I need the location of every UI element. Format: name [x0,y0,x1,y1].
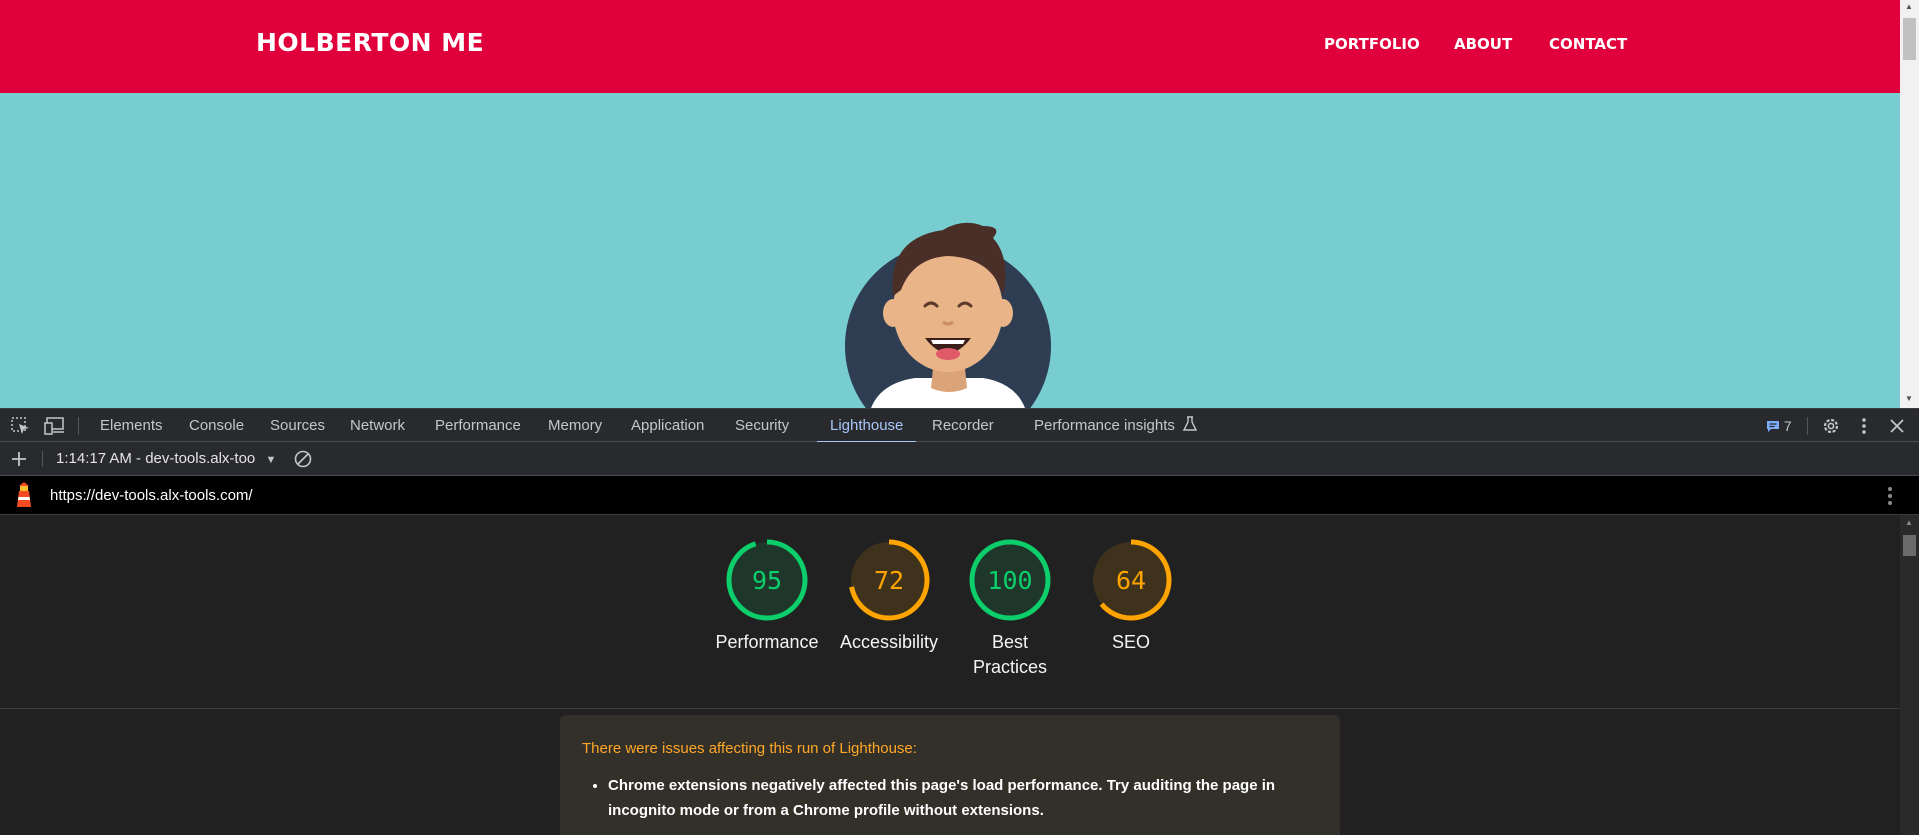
experiment-flask-icon [1182,416,1198,431]
close-devtools-icon[interactable] [1890,419,1904,433]
tab-console[interactable]: Console [189,409,244,442]
report-scroll-thumb[interactable] [1903,535,1916,556]
divider [0,708,1900,709]
tab-security[interactable]: Security [735,409,789,442]
site-header: HOLBERTON ME PORTFOLIO ABOUT CONTACT [0,0,1900,93]
tab-performance-insights-label: Performance insights [1034,417,1175,434]
score-gauge-ring: 95 [726,539,808,621]
site-scroll-thumb[interactable] [1903,18,1916,60]
tab-recorder[interactable]: Recorder [932,409,994,442]
separator [78,417,79,435]
report-url[interactable]: https://dev-tools.alx-tools.com/ [50,487,253,504]
gauge-seo[interactable]: 64 SEO [1071,538,1191,655]
warning-list: Chrome extensions negatively affected th… [582,773,1338,823]
tab-elements[interactable]: Elements [100,409,163,442]
report-selector-value: 1:14:17 AM - dev-tools.alx-too [56,450,256,467]
warning-title: There were issues affecting this run of … [582,740,917,757]
warning-box: There were issues affecting this run of … [560,715,1340,835]
report-scrollbar[interactable]: ▲ [1900,515,1919,835]
report-url-bar: https://dev-tools.alx-tools.com/ [0,476,1919,515]
lighthouse-logo-icon [17,482,31,507]
inspect-element-icon[interactable] [11,417,31,435]
gauge-label: Accessibility [839,632,939,652]
tab-performance[interactable]: Performance [435,409,521,442]
tab-sources[interactable]: Sources [270,409,325,442]
gauge-label: SEO [1111,632,1150,652]
gauge-accessibility[interactable]: 72 Accessibility [829,538,949,655]
website-viewport: HOLBERTON ME PORTFOLIO ABOUT CONTACT [0,0,1900,408]
nav-about[interactable]: ABOUT [1454,35,1512,53]
scroll-down-icon[interactable]: ▼ [1905,394,1913,403]
gauge-label: Performance [715,632,819,652]
scroll-up-icon[interactable]: ▲ [1905,2,1913,11]
scroll-up-icon[interactable]: ▲ [1905,518,1913,527]
tab-application[interactable]: Application [631,409,704,442]
dropdown-caret-icon: ▼ [265,454,277,466]
issues-icon [1767,421,1779,432]
score-gauge-ring: 100 [969,539,1051,621]
lighthouse-toolbar: 1:14:17 AM - dev-tools.alx-too ▼ [0,442,1919,476]
svg-text:72: 72 [874,566,904,595]
tab-performance-insights[interactable]: Performance insights [1034,409,1198,442]
svg-text:64: 64 [1116,566,1146,595]
issues-counter[interactable]: 7 [1766,418,1792,434]
score-gauge-ring: 72 [848,539,930,621]
separator [42,451,43,467]
report-menu-icon[interactable] [1886,485,1894,507]
nav-portfolio[interactable]: PORTFOLIO [1324,35,1420,53]
tab-network[interactable]: Network [350,409,405,442]
tab-lighthouse[interactable]: Lighthouse [816,409,917,443]
clear-reports-icon[interactable] [294,450,312,468]
tab-memory[interactable]: Memory [548,409,602,442]
more-options-icon[interactable] [1860,417,1868,435]
score-gauge-ring: 64 [1090,539,1172,621]
site-brand[interactable]: HOLBERTON ME [256,28,484,57]
nav-contact[interactable]: CONTACT [1549,35,1627,53]
gauge-best-practices[interactable]: 100 Best Practices [950,538,1070,680]
svg-text:95: 95 [752,566,782,595]
new-report-plus-icon[interactable] [11,451,27,467]
issues-count: 7 [1783,418,1792,434]
lighthouse-report: 95 Performance 72 Accessibility 100 Best… [0,515,1900,835]
avatar-illustration [845,222,1051,408]
settings-gear-icon[interactable] [1821,416,1841,436]
device-toolbar-icon[interactable] [44,417,66,435]
devtools-tab-bar: Elements Console Sources Network Perform… [0,408,1919,443]
svg-text:100: 100 [987,566,1032,595]
separator [1807,417,1808,435]
report-selector[interactable]: 1:14:17 AM - dev-tools.alx-too ▼ [56,450,276,467]
site-scrollbar[interactable]: ▲ ▼ [1900,0,1919,408]
gauge-performance[interactable]: 95 Performance [707,538,827,655]
gauge-label: Best Practices [972,632,1048,677]
warning-item: Chrome extensions negatively affected th… [608,773,1338,823]
